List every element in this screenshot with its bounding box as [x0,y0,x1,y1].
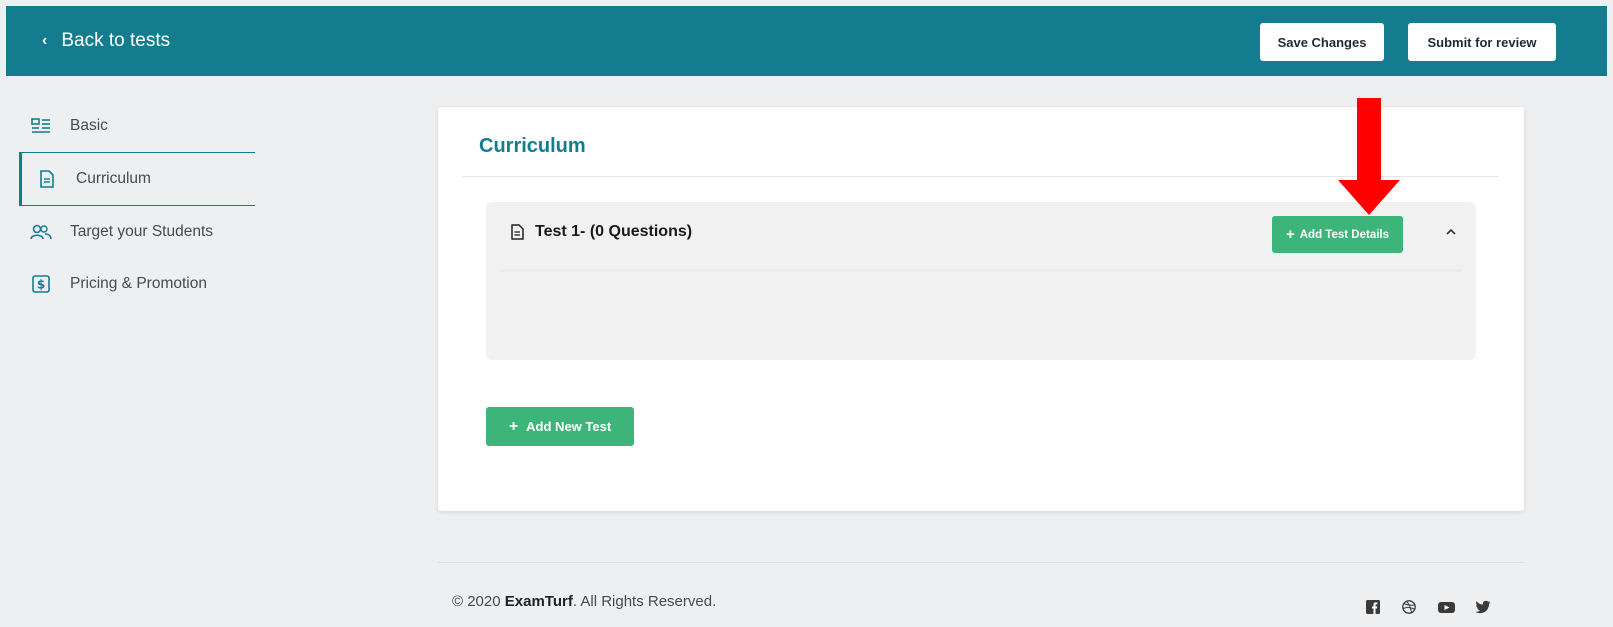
add-new-test-button[interactable]: + Add New Test [486,407,634,446]
users-icon [30,223,52,241]
back-to-tests-link[interactable]: ‹ Back to tests [42,30,170,52]
sidebar-item-curriculum[interactable]: Curriculum [19,152,255,206]
sidebar: Basic Curriculum Target your Students $ … [0,100,255,310]
chevron-up-icon[interactable] [1444,224,1458,238]
sidebar-item-target-students[interactable]: Target your Students [0,206,255,258]
add-test-details-label: Add Test Details [1299,228,1389,241]
annotation-arrow-icon [1338,98,1400,215]
plus-icon: + [508,417,519,435]
test-panel: Test 1- (0 Questions) + Add Test Details [486,202,1476,360]
add-test-details-button[interactable]: + Add Test Details [1272,216,1403,253]
test-document-icon [509,223,527,241]
test-content-divider [500,269,1462,272]
test-header[interactable]: Test 1- (0 Questions) [509,223,692,241]
chevron-left-icon: ‹ [42,32,48,49]
sidebar-item-label: Curriculum [76,170,151,187]
dollar-icon: $ [30,275,52,293]
basic-list-icon [30,117,52,135]
top-bar: ‹ Back to tests Save Changes Submit for … [6,6,1607,76]
save-changes-button[interactable]: Save Changes [1260,23,1384,61]
svg-text:$: $ [37,278,45,292]
submit-for-review-button[interactable]: Submit for review [1408,23,1556,61]
sidebar-item-label: Target your Students [70,223,214,240]
test-title: Test 1- (0 Questions) [535,223,693,240]
twitter-icon[interactable] [1475,600,1491,614]
document-icon [36,170,58,188]
add-new-test-label: Add New Test [526,419,612,434]
dribbble-icon[interactable] [1402,600,1416,614]
page-title: Curriculum [479,135,586,157]
sidebar-item-label: Basic [70,117,108,134]
youtube-icon[interactable] [1438,600,1455,614]
brand-name: ExamTurf [504,593,573,610]
sidebar-item-label: Pricing & Promotion [70,275,207,292]
sidebar-item-basic[interactable]: Basic [0,100,255,152]
footer-divider [438,562,1524,563]
copyright: © 2020 ExamTurf. All Rights Reserved. [452,593,717,610]
back-label: Back to tests [61,30,171,51]
sidebar-item-pricing[interactable]: $ Pricing & Promotion [0,258,255,310]
facebook-icon[interactable] [1366,600,1380,614]
plus-icon: + [1285,226,1295,243]
